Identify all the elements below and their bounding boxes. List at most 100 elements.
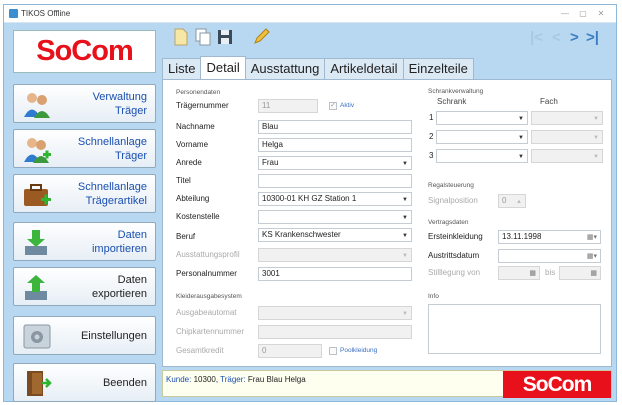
ausstattungsprofil-label: Ausstattungsprofil [176, 250, 240, 259]
previous-record-icon[interactable]: < [552, 30, 561, 46]
last-record-icon[interactable]: >| [586, 30, 599, 46]
gesamtkredit-label: Gesamtkredit [176, 346, 224, 355]
settings-icon [23, 324, 51, 349]
info-title: Info [428, 293, 439, 300]
personalnummer-field[interactable]: 3001 [258, 267, 412, 281]
socom-logo: SoCom [13, 30, 156, 73]
personendaten-title: Personendaten [176, 89, 221, 96]
first-record-icon[interactable]: |< [530, 30, 543, 46]
personalnummer-label: Personalnummer [176, 269, 237, 278]
aktiv-checkbox[interactable]: ✓ [329, 102, 337, 110]
schrank-1-select[interactable]: ▼ [436, 111, 528, 125]
verwaltung-traeger-button[interactable]: Verwaltung Träger [13, 84, 156, 123]
title-bar: TIKOS Offline — ▢ ✕ [4, 5, 616, 23]
kleiderausgabe-title: Kleiderausgabesystem [176, 293, 242, 300]
next-record-icon[interactable]: > [570, 30, 579, 46]
traeger-label: Träger [115, 149, 147, 162]
schnellanlage-traegerartikel-button[interactable]: Schnellanlage Trägerartikel [13, 174, 156, 213]
stilllegung-von-date[interactable]: ▦ [498, 266, 540, 280]
dropdown-arrow-icon: ▼ [402, 311, 408, 317]
info-textarea[interactable] [428, 304, 601, 354]
new-document-icon[interactable] [172, 28, 190, 46]
stilllegung-bis-label: bis [545, 268, 556, 277]
chipkartennummer-label: Chipkartennummer [176, 327, 245, 336]
calendar-icon[interactable]: ▦▾ [587, 232, 597, 243]
traegernummer-field[interactable]: 11 [258, 99, 318, 113]
schrank-row-number: 2 [429, 132, 434, 141]
abteilung-value: 10300-01 KH GZ Station 1 [262, 194, 357, 203]
tab-liste[interactable]: Liste [162, 58, 202, 79]
traeger-status-label: Träger: [220, 375, 246, 384]
daten-label: Daten [117, 228, 147, 241]
schrank-2-select[interactable]: ▼ [436, 130, 528, 144]
nachname-field[interactable]: Blau [258, 120, 412, 134]
stilllegung-bis-date[interactable]: ▦ [559, 266, 601, 280]
detail-panel: Personendaten Trägernummer 11 ✓ Aktiv Na… [162, 79, 612, 367]
kostenstelle-select[interactable]: ▼ [258, 210, 412, 224]
schrank-3-select[interactable]: ▼ [436, 149, 528, 163]
dropdown-arrow-icon: ▼ [518, 135, 524, 141]
ausgabeautomat-label: Ausgabeautomat [176, 308, 237, 317]
schrankverwaltung-title: Schrankverwaltung [428, 88, 484, 95]
signalposition-spinner[interactable]: 0 ▲ [498, 194, 526, 208]
fach-3-select[interactable]: ▼ [531, 149, 603, 163]
traegerartikel-label: Trägerartikel [85, 194, 147, 207]
einstellungen-button[interactable]: Einstellungen [13, 316, 156, 355]
tab-ausstattung[interactable]: Ausstattung [244, 58, 326, 79]
stilllegung-von-label: Stilllegung von [428, 268, 481, 277]
fach-1-select[interactable]: ▼ [531, 111, 603, 125]
calendar-icon[interactable]: ▦ [529, 268, 536, 279]
schnellanlage-traeger-button[interactable]: Schnellanlage Träger [13, 129, 156, 168]
copy-icon[interactable] [194, 28, 212, 46]
tab-detail[interactable]: Detail [200, 56, 246, 79]
daten-exportieren-button[interactable]: Daten exportieren [13, 267, 156, 306]
verwaltung-label: Verwaltung [92, 90, 147, 103]
maximize-button[interactable]: ▢ [576, 8, 590, 19]
abteilung-select[interactable]: 10300-01 KH GZ Station 1 ▼ [258, 192, 412, 206]
close-button[interactable]: ✕ [594, 8, 608, 19]
abteilung-label: Abteilung [176, 194, 210, 203]
ersteinkleidung-date[interactable]: 13.11.1998 ▦▾ [498, 230, 601, 244]
dropdown-arrow-icon: ▼ [402, 161, 408, 167]
vorname-field[interactable]: Helga [258, 138, 412, 152]
einstellungen-label: Einstellungen [80, 329, 147, 342]
ausgabeautomat-select[interactable]: ▼ [258, 306, 412, 320]
titel-label: Titel [176, 176, 191, 185]
ausstattungsprofil-select[interactable]: ▼ [258, 248, 412, 262]
kostenstelle-label: Kostenstelle [176, 212, 220, 221]
minimize-button[interactable]: — [558, 8, 572, 19]
anrede-select[interactable]: Frau ▼ [258, 156, 412, 170]
window-title: TIKOS Offline [21, 9, 71, 18]
importieren-label: importieren [91, 242, 147, 255]
traeger-status-value: Frau Blau Helga [247, 375, 306, 384]
dropdown-arrow-icon: ▼ [593, 116, 599, 122]
beruf-select[interactable]: KS Krankenschwester ▼ [258, 228, 412, 242]
gesamtkredit-field[interactable]: 0 [258, 344, 322, 358]
beenden-button[interactable]: Beenden [13, 363, 156, 402]
toolbar: |< < > >| [162, 26, 612, 50]
poolkleidung-checkbox[interactable] [329, 347, 337, 355]
save-icon[interactable] [216, 28, 234, 46]
logo-text: SoCom [36, 35, 133, 67]
beruf-value: KS Krankenschwester [262, 230, 341, 239]
kunde-value: 10300, [193, 375, 219, 384]
tab-einzelteile[interactable]: Einzelteile [402, 58, 474, 79]
exit-door-icon [27, 371, 52, 396]
vertragsdaten-title: Vertragsdaten [428, 219, 469, 226]
schnellanlage-label: Schnellanlage [77, 180, 147, 193]
tab-artikeldetail[interactable]: Artikeldetail [324, 58, 404, 79]
chipkartennummer-field[interactable] [258, 325, 412, 339]
socom-status-logo: SoCom [503, 371, 611, 398]
anrede-label: Anrede [176, 158, 202, 167]
daten-importieren-button[interactable]: Daten importieren [13, 222, 156, 261]
import-icon [25, 230, 47, 255]
calendar-icon[interactable]: ▦▾ [587, 251, 597, 262]
edit-pencil-icon[interactable] [252, 28, 270, 46]
kunde-label: Kunde: [166, 375, 192, 384]
titel-field[interactable] [258, 174, 412, 188]
austrittsdatum-date[interactable]: ▦▾ [498, 249, 601, 263]
calendar-icon[interactable]: ▦ [590, 268, 597, 279]
anrede-value: Frau [262, 158, 279, 167]
fach-2-select[interactable]: ▼ [531, 130, 603, 144]
status-bar: Kunde: 10300, Träger: Frau Blau Helga So… [162, 370, 612, 398]
